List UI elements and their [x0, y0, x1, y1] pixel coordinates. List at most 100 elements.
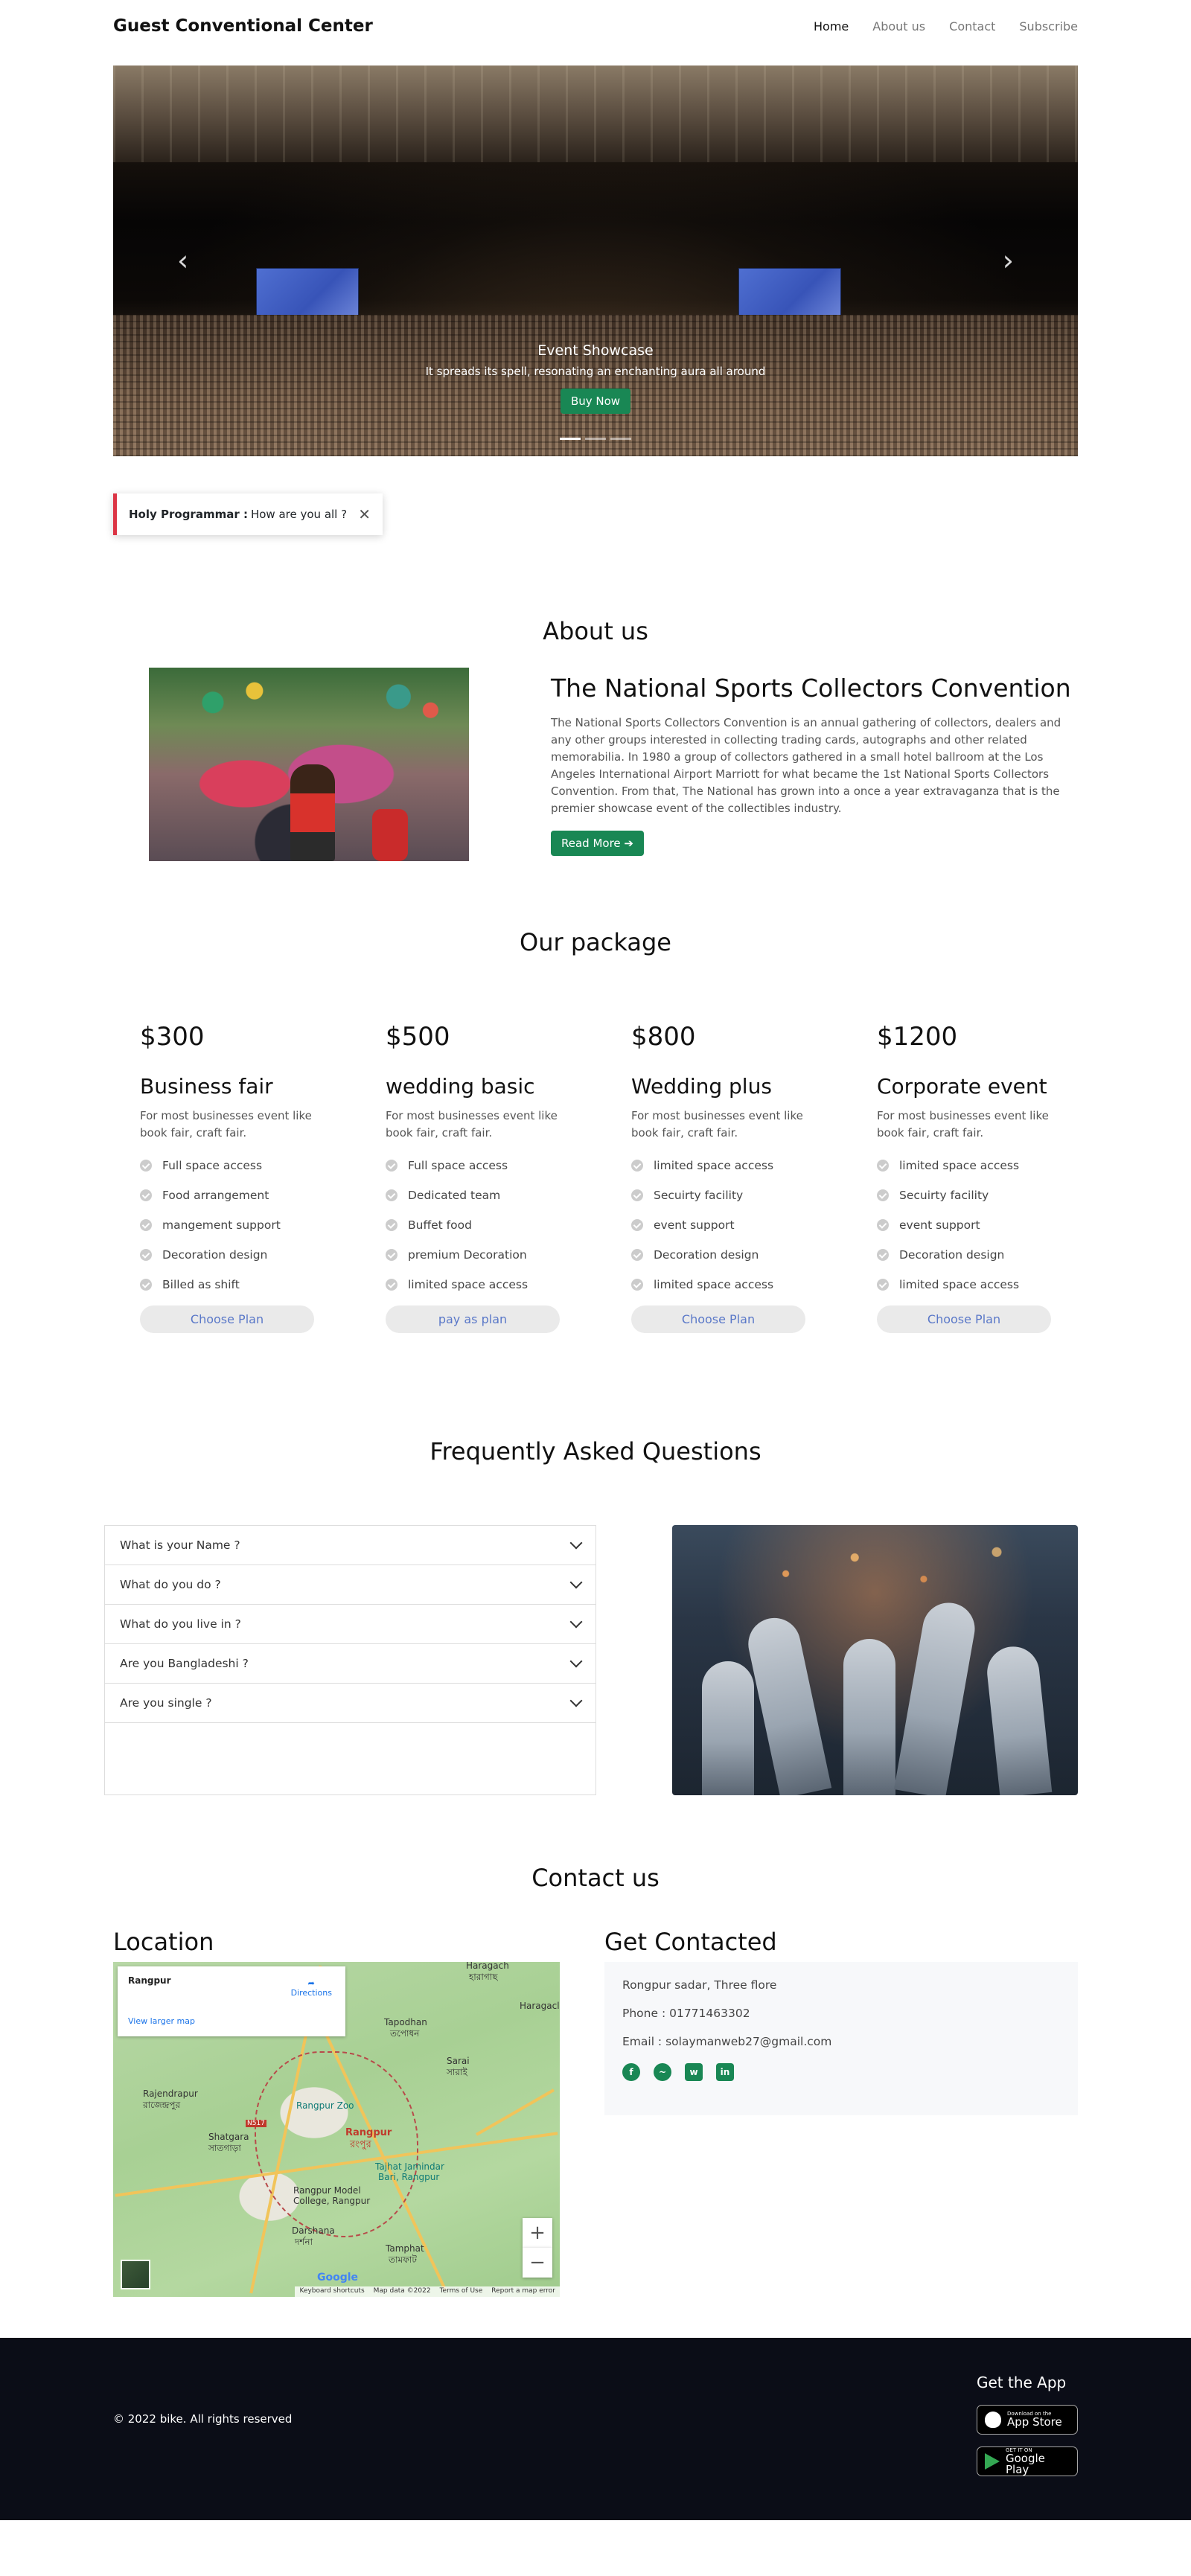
nav-links: Home About us Contact Subscribe: [814, 19, 1078, 33]
package-price: $500: [386, 1022, 450, 1052]
pay-as-plan-button[interactable]: pay as plan: [386, 1305, 560, 1333]
close-icon[interactable]: ✕: [358, 505, 371, 523]
about-image-figure: [290, 764, 335, 861]
package-feature: Decoration design: [631, 1240, 805, 1270]
map-label: Tamphat: [386, 2243, 424, 2254]
map-label: Rajendrapur: [143, 2088, 198, 2099]
nav-link-about[interactable]: About us: [872, 19, 925, 33]
map-footer-link[interactable]: Terms of Use: [440, 2287, 483, 2296]
whatsapp-icon[interactable]: w: [685, 2063, 703, 2081]
satellite-toggle[interactable]: [121, 2260, 150, 2289]
read-more-button[interactable]: Read More ➔: [551, 831, 644, 856]
location-title: Location: [113, 1928, 214, 1956]
copyright-text: © 2022 bike. All rights reserved: [113, 2412, 293, 2426]
carousel-indicator[interactable]: [585, 438, 606, 440]
package-feature: Billed as shift: [140, 1270, 314, 1300]
contact-email: Email : solaymanweb27@gmail.com: [622, 2035, 832, 2048]
check-circle-icon: [140, 1249, 152, 1261]
toast-notification: Holy Programmar : How are you all ? ✕: [113, 493, 383, 535]
google-play-button[interactable]: GET IT ON Google Play: [977, 2446, 1078, 2476]
toast-message: How are you all ?: [250, 508, 348, 521]
nav-link-subscribe[interactable]: Subscribe: [1019, 19, 1078, 33]
map-label: দর্শনা: [295, 2237, 313, 2247]
check-circle-icon: [631, 1249, 643, 1261]
map-info-card: Rangpur ➦ Directions View larger map: [118, 1966, 345, 2036]
map-label-rangpur: Rangpur: [345, 2127, 392, 2138]
choose-plan-button[interactable]: Choose Plan: [140, 1305, 314, 1333]
map-label: হারাগাছ: [469, 1972, 498, 1982]
contact-section-title: Contact us: [531, 1864, 660, 1892]
package-feature: limited space access: [877, 1270, 1051, 1300]
carousel-prev-icon[interactable]: ‹: [177, 244, 188, 277]
faq-section-title: Frequently Asked Questions: [430, 1437, 761, 1466]
package-card-wedding-basic: $500 wedding basic For most businesses e…: [386, 1022, 560, 1333]
brand-title[interactable]: Guest Conventional Center: [113, 16, 373, 36]
package-feature: Dedicated team: [386, 1180, 560, 1210]
faq-question-single[interactable]: Are you single ?: [105, 1684, 596, 1723]
google-map[interactable]: Haragach হারাগাছ Haragacl Tapodhan তপোধন…: [113, 1962, 560, 2297]
nav-link-home[interactable]: Home: [814, 19, 849, 33]
package-feature: Full space access: [140, 1151, 314, 1180]
map-label: সাতগাড়া: [208, 2143, 241, 2153]
map-label: তপোধন: [390, 2028, 420, 2039]
contact-address: Rongpur sadar, Three flore: [622, 1978, 777, 1992]
linkedin-icon[interactable]: in: [716, 2063, 734, 2081]
package-name: Wedding plus: [631, 1074, 772, 1099]
map-footer-link[interactable]: Report a map error: [491, 2287, 555, 2296]
choose-plan-button[interactable]: Choose Plan: [877, 1305, 1051, 1333]
chevron-down-icon: [569, 1615, 583, 1629]
map-boundary: [255, 2051, 418, 2237]
hero-caption: Event Showcase It spreads its spell, res…: [113, 342, 1078, 414]
package-feature: limited space access: [877, 1151, 1051, 1180]
carousel-next-icon[interactable]: ›: [1003, 244, 1014, 277]
footer: © 2022 bike. All rights reserved Get the…: [0, 2338, 1191, 2520]
buy-now-button[interactable]: Buy Now: [560, 389, 631, 414]
package-description: For most businesses event like book fair…: [877, 1109, 1049, 1140]
faq-question-do[interactable]: What do you do ?: [105, 1565, 596, 1605]
hero-title: Event Showcase: [537, 342, 654, 359]
messenger-icon[interactable]: ~: [654, 2063, 671, 2081]
nav-link-contact[interactable]: Contact: [949, 19, 995, 33]
package-price: $1200: [877, 1022, 958, 1052]
directions-link[interactable]: ➦ Directions: [291, 1978, 332, 1998]
package-feature: Buffet food: [386, 1210, 560, 1240]
about-section: About us The National Sports Collectors …: [113, 617, 1078, 861]
map-label: সারাই: [447, 2067, 467, 2077]
check-circle-icon: [386, 1249, 397, 1261]
faq-question-live[interactable]: What do you live in ?: [105, 1605, 596, 1644]
package-feature: event support: [631, 1210, 805, 1240]
package-description: For most businesses event like book fair…: [631, 1109, 803, 1140]
map-label: রাজেন্দ্রপুর: [143, 2100, 181, 2110]
hero-subtitle: It spreads its spell, resonating an ench…: [425, 365, 766, 378]
package-card-business-fair: $300 Business fair For most businesses e…: [140, 1022, 314, 1333]
package-card-corporate-event: $1200 Corporate event For most businesse…: [877, 1022, 1051, 1333]
check-circle-icon: [877, 1279, 889, 1291]
stage-screen-left: [256, 268, 359, 316]
packages-section: Our package $300 Business fair For most …: [113, 928, 1078, 1333]
check-circle-icon: [140, 1160, 152, 1172]
carousel-indicators: [113, 438, 1078, 440]
choose-plan-button[interactable]: Choose Plan: [631, 1305, 805, 1333]
map-label: Haragach: [466, 1962, 509, 1971]
zoom-in-button[interactable]: +: [523, 2218, 552, 2248]
carousel-indicator[interactable]: [560, 438, 581, 440]
package-price: $800: [631, 1022, 696, 1052]
zoom-out-button[interactable]: −: [523, 2248, 552, 2278]
apple-icon: [985, 2412, 1001, 2428]
faq-question-bangladeshi[interactable]: Are you Bangladeshi ?: [105, 1644, 596, 1684]
concert-crowd-image: [671, 1525, 1078, 1795]
map-footer-link[interactable]: Keyboard shortcuts: [299, 2287, 364, 2296]
package-feature: Full space access: [386, 1151, 560, 1180]
map-road: [476, 2088, 555, 2136]
app-store-button[interactable]: Download on the App Store: [977, 2405, 1078, 2435]
faq-question-name[interactable]: What is your Name ?: [105, 1526, 596, 1565]
about-heading: The National Sports Collectors Conventio…: [551, 674, 1071, 703]
package-feature: premium Decoration: [386, 1240, 560, 1270]
package-card-wedding-plus: $800 Wedding plus For most businesses ev…: [631, 1022, 805, 1333]
packages-section-title: Our package: [520, 928, 671, 956]
map-label: Darshana: [292, 2225, 335, 2236]
check-circle-icon: [631, 1189, 643, 1201]
facebook-icon[interactable]: f: [622, 2063, 640, 2081]
view-larger-map-link[interactable]: View larger map: [128, 2016, 195, 2026]
carousel-indicator[interactable]: [610, 438, 631, 440]
